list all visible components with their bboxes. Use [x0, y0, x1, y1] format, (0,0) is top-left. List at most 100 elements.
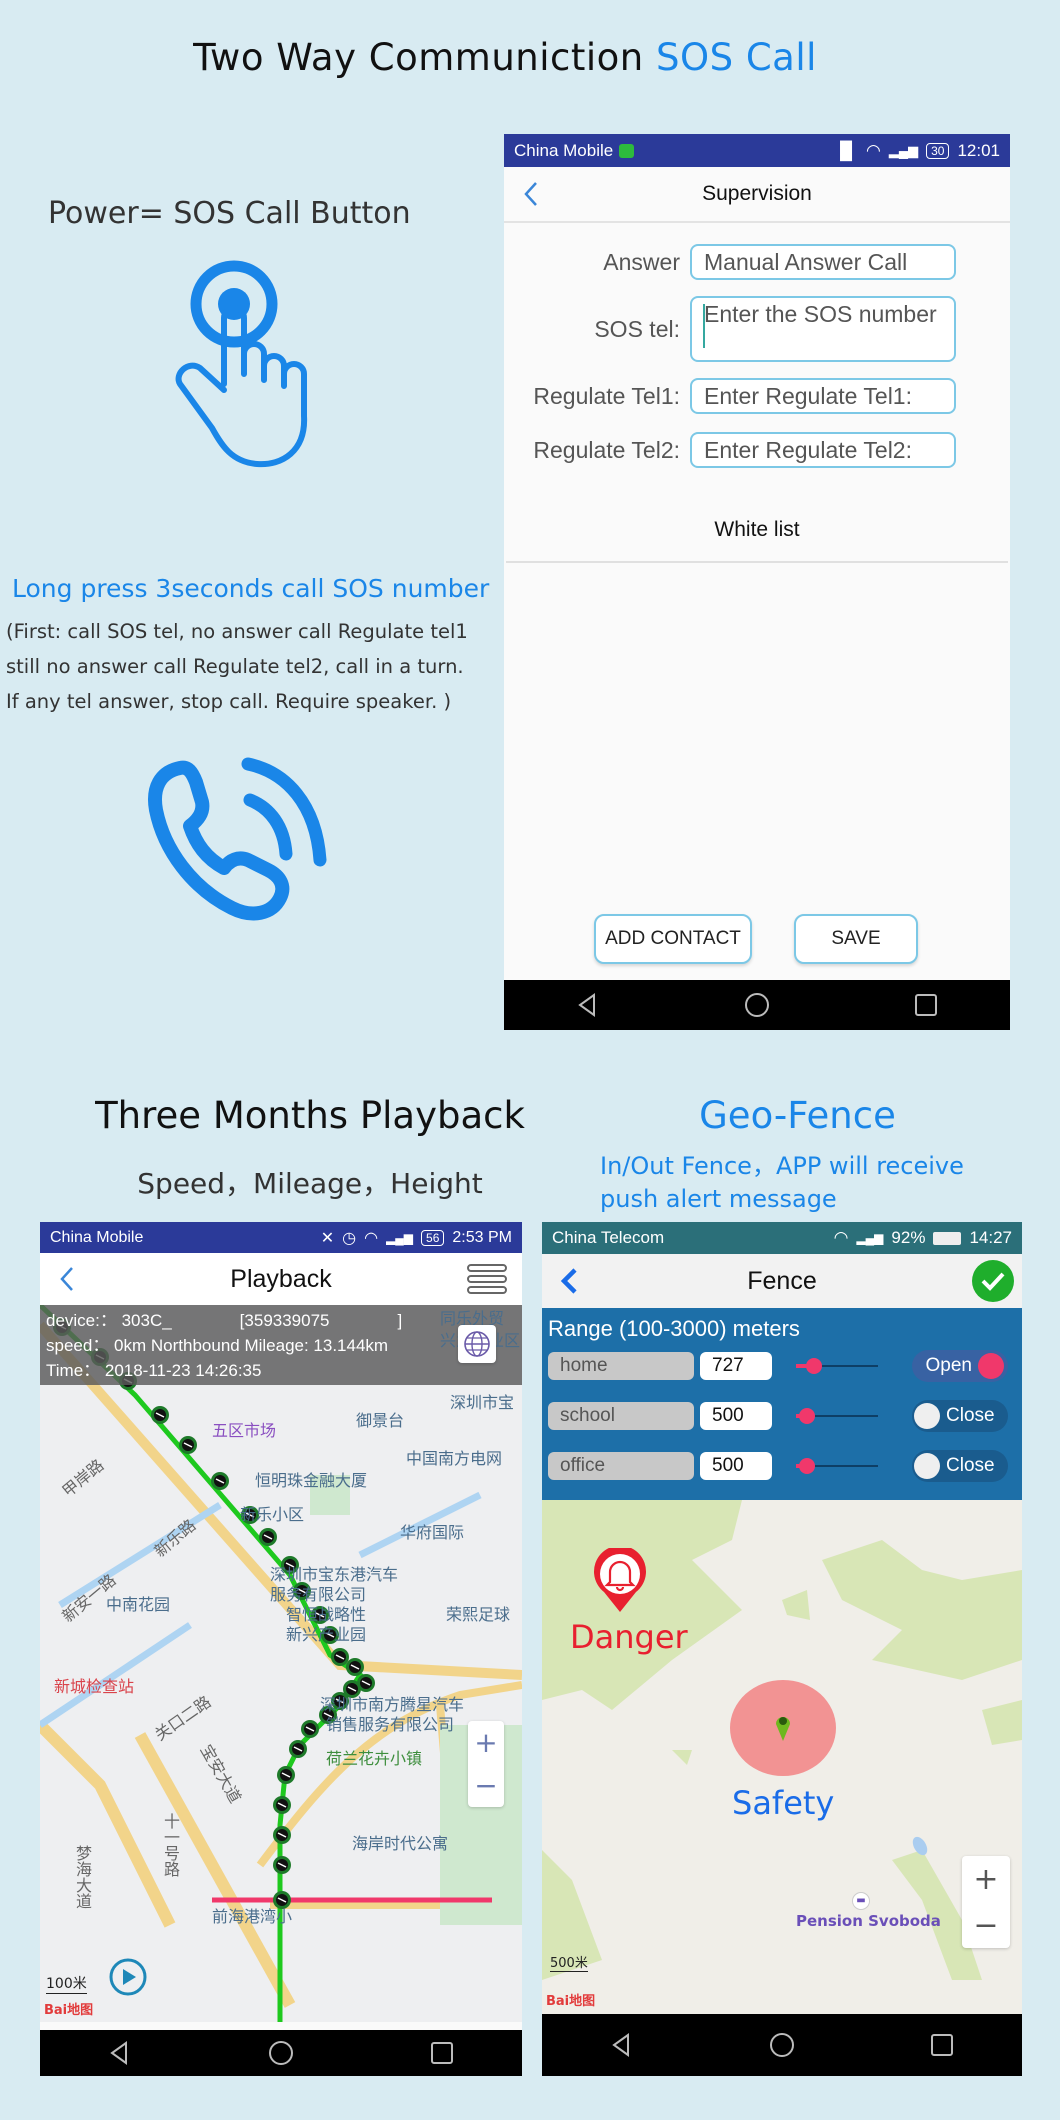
- baidu-map-logo: Bai地图: [546, 1994, 596, 2009]
- back-chevron-icon[interactable]: [558, 1266, 580, 1296]
- main-title-accent: SOS Call: [655, 36, 817, 79]
- confirm-button[interactable]: [972, 1260, 1014, 1302]
- supervision-screen: China Mobile ▐▌ ◠ ▂▄▆ 30 12:01 Supervisi…: [504, 134, 1010, 1030]
- map-label: 海岸时代公寓: [352, 1834, 449, 1853]
- trail-point-marker[interactable]: [277, 1766, 295, 1784]
- zoom-in-button[interactable]: +: [468, 1721, 504, 1764]
- slider-handle[interactable]: [799, 1408, 816, 1424]
- nav-back-icon[interactable]: [574, 991, 602, 1019]
- regulate-tel2-input[interactable]: Enter Regulate Tel2:: [690, 432, 956, 468]
- zoom-in-button[interactable]: +: [962, 1856, 1010, 1902]
- fence-radius-slider[interactable]: [796, 1408, 878, 1424]
- toggle-knob: [914, 1453, 940, 1479]
- wifi-icon: ◠: [866, 140, 881, 160]
- playback-map[interactable]: device:： 303C_ [359339075 ] speed： 0km N…: [40, 1305, 522, 2022]
- back-chevron-icon[interactable]: [56, 1264, 78, 1294]
- device-location-pin-icon: [776, 1717, 790, 1741]
- trail-point-marker[interactable]: [179, 1436, 197, 1454]
- trail-point-marker[interactable]: [273, 1856, 291, 1874]
- status-bar: China Mobile ✕ ◷ ◠ ▂▄▆ 56 2:53 PM: [40, 1222, 522, 1253]
- fence-toggle[interactable]: Close: [912, 1400, 1008, 1432]
- poi-label: Pension Svoboda: [796, 1912, 941, 1930]
- regulate-tel1-input[interactable]: Enter Regulate Tel1:: [690, 378, 956, 414]
- signal-icon: ▂▄▆: [386, 1230, 414, 1245]
- hand-tap-icon: [175, 260, 308, 468]
- map-label: 荣熙足球: [446, 1605, 511, 1624]
- trail-point-marker[interactable]: [289, 1740, 307, 1758]
- fence-map[interactable]: Danger Safety ▬ Pension Svoboda + − 500米…: [542, 1500, 1022, 2014]
- answer-mode-select[interactable]: Manual Answer Call: [690, 244, 956, 280]
- fence-radius-slider[interactable]: [796, 1358, 878, 1374]
- geofence-subtitle-line: push alert message: [600, 1185, 837, 1213]
- nav-home-icon[interactable]: [267, 2039, 295, 2067]
- note-line: still no answer call Regulate tel2, call…: [6, 655, 464, 678]
- app-header: Supervision: [504, 167, 1010, 223]
- carrier-name: China Mobile: [50, 1228, 144, 1246]
- nav-back-icon[interactable]: [608, 2031, 636, 2059]
- fence-name-field[interactable]: school: [548, 1402, 694, 1430]
- regulate-tel1-row: Regulate Tel1: Enter Regulate Tel1:: [504, 378, 956, 414]
- fence-row-home: home 727 Open: [548, 1350, 1018, 1382]
- trail-point-marker[interactable]: [273, 1826, 291, 1844]
- save-button[interactable]: SAVE: [794, 914, 918, 964]
- map-label: 销售服务有限公司: [326, 1715, 455, 1734]
- slider-handle[interactable]: [799, 1458, 816, 1474]
- fence-radius-input[interactable]: 727: [700, 1352, 772, 1380]
- fence-row-office: office 500 Close: [548, 1450, 1018, 1482]
- main-title: Two Way Communiction SOS Call: [0, 36, 1010, 79]
- safety-label: Safety: [732, 1784, 835, 1822]
- nav-recents-icon[interactable]: [428, 2039, 456, 2067]
- baidu-map-logo: Bai地图: [44, 2003, 94, 2018]
- android-nav-bar: [542, 2014, 1022, 2076]
- regulate-tel2-label: Regulate Tel2:: [533, 436, 680, 463]
- fence-radius-input[interactable]: 500: [700, 1452, 772, 1480]
- back-chevron-icon[interactable]: [520, 179, 542, 209]
- wechat-icon: [619, 143, 635, 158]
- page-title: Fence: [747, 1266, 817, 1295]
- fence-name-field[interactable]: home: [548, 1352, 694, 1380]
- trail-point-marker[interactable]: [211, 1472, 229, 1490]
- fence-radius-input[interactable]: 500: [700, 1402, 772, 1430]
- play-button[interactable]: [108, 1957, 148, 1997]
- fence-toggle[interactable]: Close: [912, 1450, 1008, 1482]
- nav-recents-icon[interactable]: [928, 2031, 956, 2059]
- page-title: Playback: [230, 1264, 332, 1293]
- toggle-knob: [978, 1353, 1004, 1379]
- nav-recents-icon[interactable]: [912, 991, 940, 1019]
- map-label: 新乐小区: [240, 1505, 305, 1524]
- alarm-icon: ◷: [342, 1229, 357, 1247]
- fence-radius-slider[interactable]: [796, 1458, 878, 1474]
- add-contact-button[interactable]: ADD CONTACT: [594, 914, 752, 964]
- zoom-out-button[interactable]: −: [468, 1764, 504, 1807]
- carrier-name: China Mobile: [514, 140, 614, 160]
- trail-point-marker[interactable]: [151, 1406, 169, 1424]
- trail-point-marker[interactable]: [346, 1658, 364, 1676]
- sos-tel-input[interactable]: Enter the SOS number: [690, 296, 956, 362]
- range-label: Range (100-3000) meters: [548, 1316, 800, 1341]
- map-label: 深圳市宝: [450, 1393, 515, 1412]
- trail-point-marker[interactable]: [259, 1528, 277, 1546]
- menu-icon[interactable]: [466, 1263, 508, 1295]
- divider: [506, 561, 1008, 563]
- map-layer-button[interactable]: [458, 1325, 496, 1363]
- battery-icon: 56: [421, 1229, 445, 1246]
- page-title: Supervision: [702, 182, 812, 205]
- white-list-heading[interactable]: White list: [504, 518, 1010, 542]
- toggle-knob: [914, 1403, 940, 1429]
- nav-back-icon[interactable]: [106, 2039, 134, 2067]
- app-header: Fence: [542, 1254, 1022, 1308]
- fence-toggle[interactable]: Open: [912, 1350, 1008, 1382]
- globe-icon: [464, 1331, 490, 1357]
- slider-handle[interactable]: [806, 1358, 823, 1374]
- zoom-out-button[interactable]: −: [962, 1902, 1010, 1948]
- trail-point-marker[interactable]: [273, 1796, 291, 1814]
- trail-point-marker[interactable]: [301, 1720, 319, 1738]
- fence-name-field[interactable]: office: [548, 1452, 694, 1480]
- trail-point-marker[interactable]: [331, 1648, 349, 1666]
- battery-icon: [933, 1231, 962, 1245]
- map-label: 梦海大道: [73, 1845, 92, 1909]
- nav-home-icon[interactable]: [768, 2031, 796, 2059]
- toggle-label: Close: [946, 1455, 995, 1476]
- nav-home-icon[interactable]: [743, 991, 771, 1019]
- battery-icon: 30: [926, 142, 950, 159]
